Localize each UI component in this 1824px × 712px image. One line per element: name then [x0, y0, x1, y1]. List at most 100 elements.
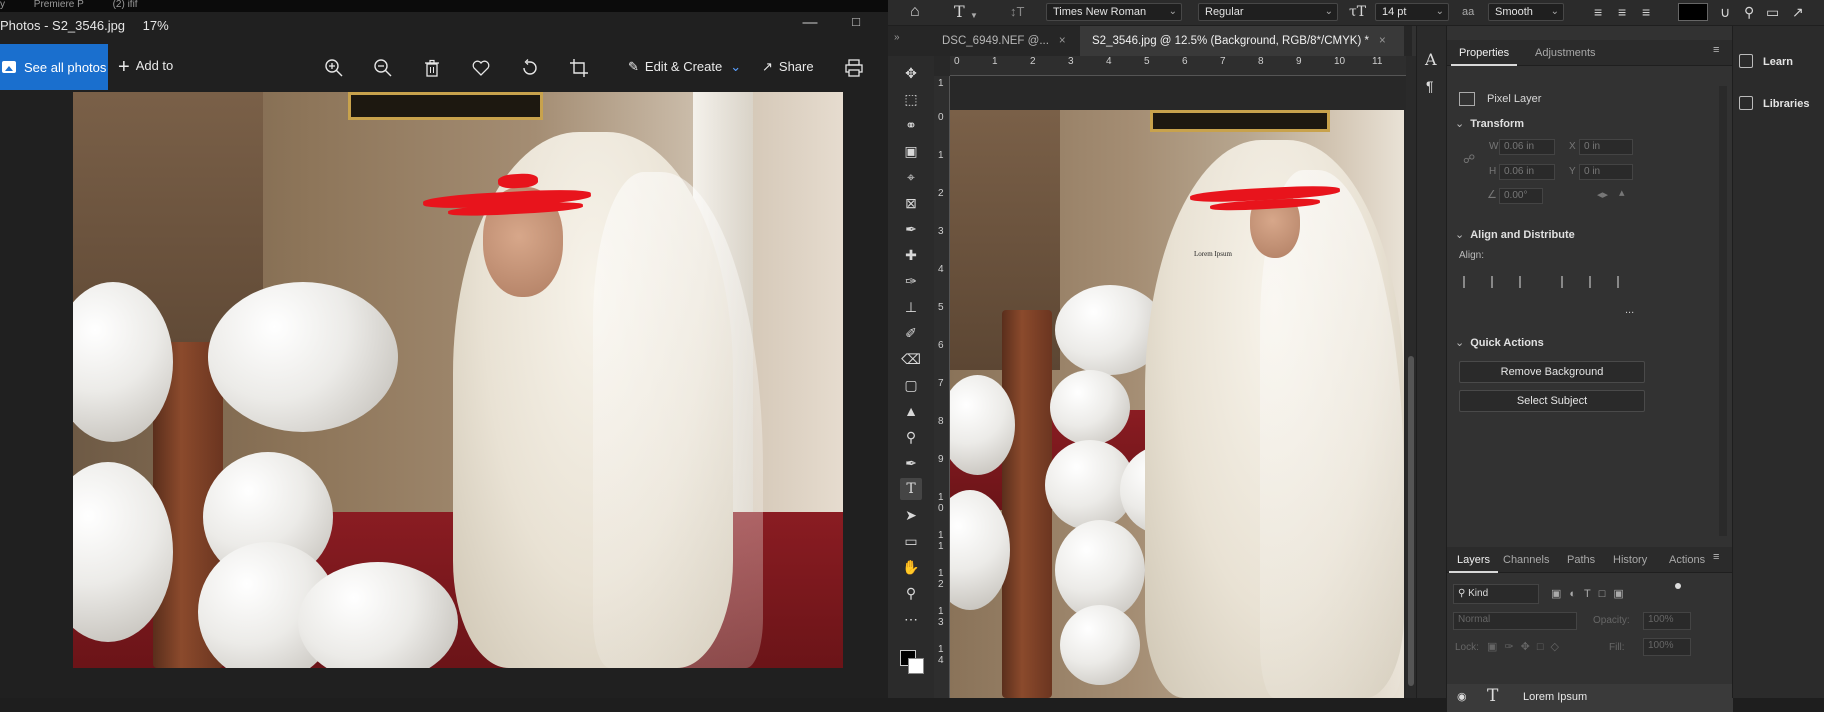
- layer-filter-icons[interactable]: ▣◐T□▣: [1551, 587, 1632, 600]
- print-icon[interactable]: [842, 56, 866, 80]
- rotate-icon[interactable]: [518, 56, 542, 80]
- maximize-button[interactable]: □: [842, 14, 870, 29]
- eraser-tool-icon[interactable]: ⌫: [900, 348, 922, 370]
- panel-menu-icon[interactable]: ≡: [1713, 551, 1719, 563]
- align-top-edges-icon[interactable]: [1561, 276, 1575, 288]
- align-horizontal-centers-icon[interactable]: [1491, 276, 1505, 288]
- more-options-button[interactable]: ...: [1625, 304, 1634, 316]
- quick-actions-section-header[interactable]: Quick Actions: [1455, 336, 1544, 349]
- path-selection-tool-icon[interactable]: ➤: [900, 504, 922, 526]
- dodge-tool-icon[interactable]: ⚲: [900, 426, 922, 448]
- blend-mode-select[interactable]: Normal: [1453, 612, 1577, 630]
- see-all-photos-button[interactable]: See all photos: [0, 44, 108, 90]
- close-icon[interactable]: ×: [1059, 35, 1066, 47]
- type-tool-icon[interactable]: T: [954, 4, 965, 20]
- tab-paths[interactable]: Paths: [1559, 547, 1603, 573]
- eye-icon[interactable]: ◉: [1457, 690, 1467, 703]
- more-tools-icon[interactable]: ⋯: [900, 608, 922, 630]
- background-color-swatch[interactable]: [908, 658, 924, 674]
- layer-name[interactable]: Lorem Ipsum: [1523, 691, 1587, 703]
- crop-tool-icon[interactable]: ⌖: [900, 166, 922, 188]
- edit-create-button[interactable]: ✎ Edit & Create ⌄: [628, 59, 741, 75]
- text-color-swatch[interactable]: [1678, 3, 1708, 21]
- tab-layers[interactable]: Layers: [1449, 547, 1499, 573]
- photo-viewer-image[interactable]: [73, 92, 843, 668]
- width-field[interactable]: 0.06 in: [1499, 139, 1555, 155]
- height-field[interactable]: 0.06 in: [1499, 164, 1555, 180]
- minimize-button[interactable]: —: [796, 14, 824, 31]
- align-vertical-centers-icon[interactable]: [1589, 276, 1603, 288]
- share-icon[interactable]: ↗: [1792, 4, 1804, 20]
- libraries-panel-button[interactable]: Libraries: [1739, 96, 1809, 110]
- tab-history[interactable]: History: [1605, 547, 1655, 573]
- tab-properties[interactable]: Properties: [1451, 40, 1518, 66]
- align-left-edges-icon[interactable]: [1463, 276, 1477, 288]
- font-style-select[interactable]: Regular ⌄: [1198, 3, 1338, 21]
- layer-row[interactable]: ◉ T Lorem Ipsum: [1447, 684, 1733, 712]
- font-size-select[interactable]: 14 pt ⌄: [1375, 3, 1449, 21]
- lock-icons[interactable]: ▣✑✥□◇: [1487, 640, 1566, 653]
- align-right-edges-icon[interactable]: [1519, 276, 1533, 288]
- y-field[interactable]: 0 in: [1579, 164, 1633, 180]
- tab-adjustments[interactable]: Adjustments: [1527, 40, 1604, 66]
- link-icon[interactable]: ☍: [1463, 152, 1475, 166]
- angle-field[interactable]: 0.00°: [1499, 188, 1543, 204]
- heart-icon[interactable]: [469, 56, 493, 80]
- move-tool-icon[interactable]: ✥: [900, 62, 922, 84]
- align-center-icon[interactable]: ≡: [1618, 4, 1626, 20]
- remove-background-button[interactable]: Remove Background: [1459, 361, 1645, 383]
- add-to-button[interactable]: + Add to: [118, 56, 173, 79]
- rectangle-tool-icon[interactable]: ▭: [900, 530, 922, 552]
- zoom-out-icon[interactable]: [371, 56, 395, 80]
- lasso-tool-icon[interactable]: ⚭: [900, 114, 922, 136]
- share-button[interactable]: ↗ Share: [762, 59, 814, 75]
- eyedropper-tool-icon[interactable]: ✒: [900, 218, 922, 240]
- select-subject-button[interactable]: Select Subject: [1459, 390, 1645, 412]
- flip-vertical-icon[interactable]: ▴: [1619, 186, 1625, 199]
- x-field[interactable]: 0 in: [1579, 139, 1633, 155]
- tab-actions[interactable]: Actions: [1661, 547, 1713, 573]
- tab-channels[interactable]: Channels: [1495, 547, 1557, 573]
- warp-text-icon[interactable]: ∪: [1720, 4, 1730, 20]
- history-brush-tool-icon[interactable]: ✐: [900, 322, 922, 344]
- canvas-text-layer[interactable]: Lorem Ipsum: [1194, 250, 1232, 258]
- workspace-icon[interactable]: ▭: [1766, 4, 1779, 20]
- paragraph-panel-icon[interactable]: ¶: [1426, 78, 1434, 94]
- type-orientation-icon[interactable]: ↕T: [1010, 4, 1024, 20]
- character-panel-icon[interactable]: A: [1425, 50, 1437, 69]
- scrollbar-thumb[interactable]: [1408, 356, 1414, 686]
- canvas-image[interactable]: Lorem Ipsum: [950, 110, 1404, 698]
- vertical-scrollbar[interactable]: [1406, 56, 1416, 698]
- learn-panel-button[interactable]: Learn: [1739, 54, 1793, 68]
- type-tool-icon[interactable]: T: [900, 478, 922, 500]
- search-icon[interactable]: ⚲: [1744, 4, 1754, 20]
- antialias-select[interactable]: Smooth ⌄: [1488, 3, 1564, 21]
- fill-field[interactable]: 100%: [1643, 638, 1691, 656]
- layer-filter-select[interactable]: ⚲ Kind: [1453, 584, 1539, 604]
- gradient-tool-icon[interactable]: ▢: [900, 374, 922, 396]
- pen-tool-icon[interactable]: ✒: [900, 452, 922, 474]
- trash-icon[interactable]: [420, 56, 444, 80]
- marquee-tool-icon[interactable]: ⬚: [900, 88, 922, 110]
- close-icon[interactable]: ×: [1379, 35, 1386, 47]
- brush-tool-icon[interactable]: ✑: [900, 270, 922, 292]
- clone-stamp-tool-icon[interactable]: ⊥: [900, 296, 922, 318]
- object-selection-tool-icon[interactable]: ▣: [900, 140, 922, 162]
- panel-menu-icon[interactable]: ≡: [1713, 44, 1719, 56]
- opacity-field[interactable]: 100%: [1643, 612, 1691, 630]
- crop-icon[interactable]: [567, 56, 591, 80]
- font-family-select[interactable]: Times New Roman ⌄: [1046, 3, 1182, 21]
- tab-dsc-6949[interactable]: DSC_6949.NEF @... ×: [930, 26, 1080, 56]
- align-distribute-section-header[interactable]: Align and Distribute: [1455, 228, 1575, 241]
- zoom-tool-icon[interactable]: ⚲: [900, 582, 922, 604]
- tab-s2-3546[interactable]: S2_3546.jpg @ 12.5% (Background, RGB/8*/…: [1080, 26, 1404, 56]
- align-right-icon[interactable]: ≡: [1642, 4, 1650, 20]
- hand-tool-icon[interactable]: ✋: [900, 556, 922, 578]
- chevron-double-right-icon[interactable]: »: [894, 32, 900, 43]
- home-icon[interactable]: ⌂: [910, 4, 920, 20]
- frame-tool-icon[interactable]: ⊠: [900, 192, 922, 214]
- transform-section-header[interactable]: Transform: [1455, 117, 1524, 130]
- healing-brush-tool-icon[interactable]: ✚: [900, 244, 922, 266]
- blur-tool-icon[interactable]: ▲: [900, 400, 922, 422]
- filter-toggle-icon[interactable]: [1675, 583, 1681, 589]
